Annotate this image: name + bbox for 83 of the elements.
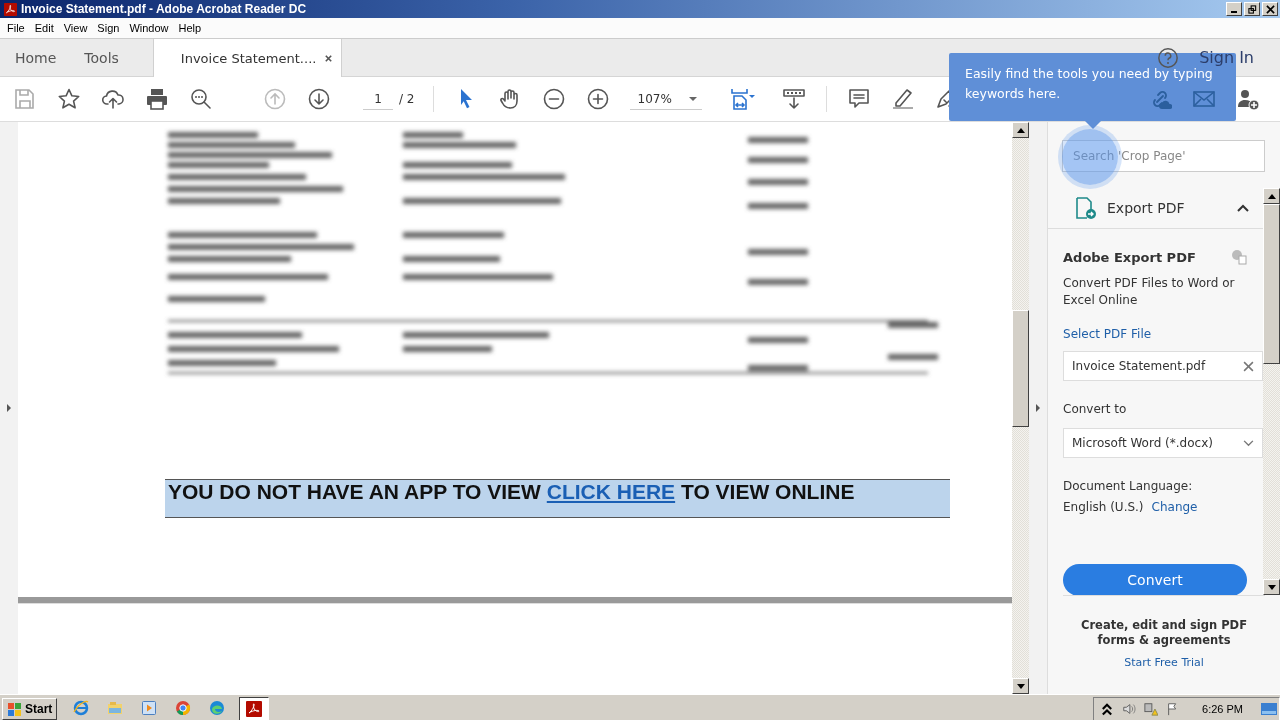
focus-highlight [1062, 129, 1118, 185]
network-warning-icon[interactable] [1144, 701, 1159, 716]
expand-arrow-icon[interactable] [5, 403, 12, 413]
convert-button[interactable]: Convert [1063, 564, 1247, 595]
media-icon [141, 699, 158, 716]
acrobat-taskbar-button[interactable] [239, 696, 270, 720]
scroll-down-button[interactable] [1263, 579, 1280, 595]
banner-text: YOU DO NOT HAVE AN APP TO VIEW CLICK HERE TO VIEW ONLINE [164, 479, 950, 518]
search-icon[interactable] [189, 87, 213, 111]
restore-icon [1247, 4, 1257, 14]
card-title: Adobe Export PDF [1063, 249, 1196, 265]
up-arrow-icon [1267, 193, 1276, 199]
scroll-up-button[interactable] [1263, 188, 1280, 204]
close-tab-icon[interactable] [324, 53, 334, 63]
chevron-down-icon [1243, 439, 1254, 447]
close-icon [1265, 4, 1275, 14]
free-trial-link[interactable]: Start Free Trial [1124, 656, 1204, 669]
window-title: Invoice Statement.pdf - Adobe Acrobat Reader DC [21, 2, 307, 16]
show-desktop-icon[interactable] [1261, 702, 1277, 715]
chevron-up-icon[interactable] [1100, 701, 1115, 716]
click-here-link[interactable]: CLICK HERE [546, 480, 676, 503]
minimize-icon [1231, 10, 1237, 13]
chevron-icon[interactable] [1237, 204, 1249, 212]
select-file-link[interactable]: Select PDF File [1063, 327, 1152, 341]
close-button[interactable] [1262, 2, 1278, 16]
edge-icon [209, 699, 226, 716]
scrollbar-thumb[interactable] [1263, 204, 1280, 364]
next-page-icon[interactable] [307, 87, 331, 111]
caret-icon [687, 95, 698, 102]
add-user-icon[interactable] [1236, 87, 1260, 111]
tab[interactable]: Tools [70, 39, 133, 76]
page-number-field[interactable]: 1 [363, 88, 393, 110]
scroll-mode-icon[interactable] [781, 87, 806, 111]
acrobat-icon [246, 700, 263, 717]
star-icon[interactable] [57, 87, 81, 111]
menu-item[interactable]: File [2, 22, 30, 34]
file-field[interactable]: Invoice Statement.pdf [1063, 351, 1263, 381]
print-icon[interactable] [145, 87, 169, 111]
scroll-down-button[interactable] [1012, 678, 1030, 694]
ie-icon [73, 699, 90, 716]
menu-item[interactable]: Sign [92, 22, 125, 34]
menu-item[interactable]: Help [173, 22, 207, 34]
field-label: Document Language: [1063, 478, 1194, 495]
zoom-dropdown[interactable]: 107% [629, 88, 702, 110]
change-link[interactable]: Change [1151, 500, 1198, 514]
comment-icon[interactable] [846, 87, 871, 111]
zoom-in-icon[interactable] [585, 87, 610, 111]
tab[interactable]: Invoice Statement.... [152, 39, 343, 77]
down-arrow-icon [1016, 683, 1025, 689]
acrobat-icon [4, 2, 17, 16]
documents-icon [1231, 249, 1247, 265]
down-arrow-icon [1267, 584, 1276, 590]
format-dropdown[interactable]: Microsoft Word (*.docx) [1063, 428, 1263, 458]
menu-item[interactable]: Window [124, 22, 174, 34]
collapse-arrow-icon[interactable] [1035, 403, 1042, 413]
field-label: Convert to [1063, 401, 1128, 418]
highlighter-icon[interactable] [890, 87, 915, 111]
sign-in-link[interactable]: Sign In [1199, 48, 1254, 67]
up-arrow-icon [1016, 127, 1025, 133]
tab[interactable]: Home [0, 39, 71, 76]
export-pdf-icon [1073, 196, 1097, 220]
promo-text: Create, edit and sign PDF forms & agreements [1080, 618, 1249, 648]
zoom-out-icon[interactable] [541, 87, 566, 111]
clock: 6:26 PM [1202, 702, 1243, 715]
description: Convert PDF Files to Word or Excel Online [1063, 275, 1236, 309]
export-pdf-header[interactable]: Export PDF [1048, 188, 1263, 229]
minimize-button[interactable] [1226, 2, 1242, 16]
menu-item[interactable]: View [58, 22, 93, 34]
tool-title: Export PDF [1107, 200, 1185, 216]
scrollbar-thumb[interactable] [1012, 310, 1030, 427]
page-total: / 2 [399, 92, 415, 106]
chrome-icon [175, 699, 192, 716]
windows-logo-icon [7, 700, 23, 717]
language-value: English (U.S.) [1063, 499, 1144, 516]
menu-item[interactable]: Edit [29, 22, 59, 34]
cloud-upload-icon[interactable] [101, 87, 125, 111]
clear-icon[interactable] [1243, 360, 1254, 372]
scroll-up-button[interactable] [1012, 122, 1030, 138]
start-button[interactable]: Start [2, 697, 58, 720]
help-icon[interactable] [1157, 46, 1180, 69]
restore-button[interactable] [1244, 2, 1260, 16]
speaker-icon[interactable] [1122, 701, 1137, 716]
explorer-icon [107, 699, 124, 716]
